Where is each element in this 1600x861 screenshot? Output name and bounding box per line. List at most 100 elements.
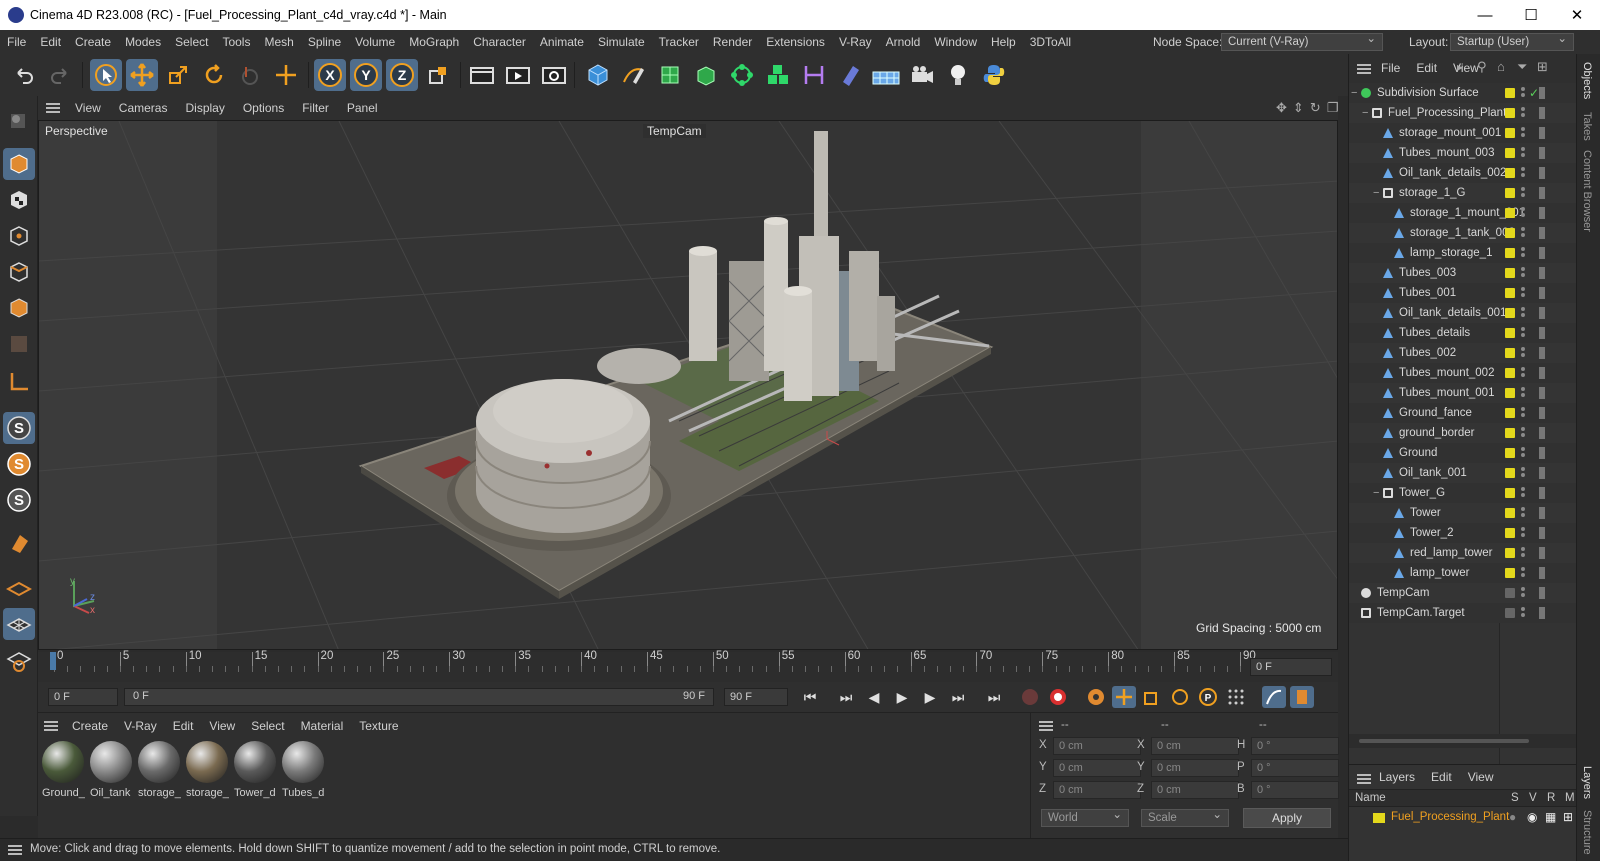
- step-back-icon[interactable]: ◀: [862, 686, 886, 708]
- object-name[interactable]: Tubes_mount_002: [1399, 363, 1494, 383]
- object-name[interactable]: storage_1_G: [1399, 183, 1466, 203]
- new-window-icon[interactable]: ⊞: [1537, 59, 1548, 75]
- layer-name[interactable]: Fuel_Processing_Plant: [1391, 811, 1509, 823]
- keyframe-selection-icon[interactable]: [1084, 686, 1108, 708]
- y-axis-lock-icon[interactable]: Y: [350, 59, 382, 91]
- menu-tools[interactable]: Tools: [215, 35, 257, 49]
- object-scrollbar[interactable]: [1349, 734, 1577, 748]
- menu-edit[interactable]: Edit: [33, 35, 68, 49]
- object-row[interactable]: − Fuel_Processing_Plant: [1349, 103, 1577, 123]
- visibility-dots-icon[interactable]: [1521, 207, 1526, 219]
- object-name[interactable]: Tower: [1410, 503, 1441, 523]
- z-axis-lock-icon[interactable]: Z: [386, 59, 418, 91]
- object-row[interactable]: red_lamp_tower: [1349, 543, 1577, 563]
- menu-character[interactable]: Character: [466, 35, 533, 49]
- material-preview-ball[interactable]: [42, 741, 84, 783]
- coord-size-mode-dropdown[interactable]: Scale: [1141, 807, 1229, 827]
- layer-color-tag[interactable]: [1505, 528, 1515, 538]
- object-row[interactable]: − storage_1_G: [1349, 183, 1577, 203]
- layer-color-tag[interactable]: [1505, 568, 1515, 578]
- deformer-bend-icon[interactable]: [798, 59, 830, 91]
- material-preview-ball[interactable]: [234, 741, 276, 783]
- visibility-dots-icon[interactable]: [1521, 307, 1526, 319]
- layer-color-tag[interactable]: [1505, 268, 1515, 278]
- layer-color-tag[interactable]: [1505, 468, 1515, 478]
- object-name[interactable]: Subdivision Surface: [1377, 83, 1479, 103]
- tab-objects[interactable]: Objects: [1581, 62, 1593, 99]
- move-icon[interactable]: [126, 59, 158, 91]
- tag-icon[interactable]: [1539, 467, 1545, 479]
- viewport-3d[interactable]: Perspective TempCam Grid Spacing : 5000 …: [38, 120, 1338, 650]
- viewport-menu-options[interactable]: Options: [234, 101, 293, 115]
- tag-icon[interactable]: [1539, 87, 1545, 99]
- layer-color-tag[interactable]: [1505, 248, 1515, 258]
- coord-value-field[interactable]: 0 °: [1251, 737, 1339, 755]
- render-settings-icon[interactable]: [538, 59, 570, 91]
- menu-tracker[interactable]: Tracker: [652, 35, 706, 49]
- filter-icon[interactable]: ⏷: [1517, 59, 1527, 75]
- tag-icon[interactable]: [1539, 487, 1545, 499]
- object-row[interactable]: Tower: [1349, 503, 1577, 523]
- object-name[interactable]: Tubes_001: [1399, 283, 1456, 303]
- live-selection-icon[interactable]: [234, 59, 266, 91]
- orbit-view-icon[interactable]: ↻: [1310, 100, 1321, 116]
- layer-color-tag[interactable]: [1505, 348, 1515, 358]
- visibility-dots-icon[interactable]: [1521, 87, 1526, 99]
- object-row[interactable]: Oil_tank_details_002: [1349, 163, 1577, 183]
- step-forward-icon[interactable]: ▶: [918, 686, 942, 708]
- object-row[interactable]: storage_mount_001: [1349, 123, 1577, 143]
- object-name[interactable]: Oil_tank_001: [1399, 463, 1467, 483]
- object-name[interactable]: Oil_tank_details_001: [1399, 303, 1506, 323]
- object-name[interactable]: Fuel_Processing_Plant: [1388, 103, 1506, 123]
- field-object-icon[interactable]: [834, 59, 866, 91]
- coord-mode-dropdown[interactable]: World: [1041, 807, 1129, 827]
- axis-mode-icon[interactable]: [3, 366, 35, 398]
- object-row[interactable]: Tower_2: [1349, 523, 1577, 543]
- visibility-dots-icon[interactable]: [1521, 427, 1526, 439]
- object-row[interactable]: Ground_fance: [1349, 403, 1577, 423]
- object-name[interactable]: Ground: [1399, 443, 1437, 463]
- play-icon[interactable]: ▶: [890, 686, 914, 708]
- interpolation-icon[interactable]: [1262, 686, 1286, 708]
- tag-icon[interactable]: [1539, 147, 1545, 159]
- material-preview-ball[interactable]: [186, 741, 228, 783]
- search-icon[interactable]: ⚲: [1477, 59, 1487, 75]
- maximize-button[interactable]: ☐: [1508, 0, 1554, 30]
- layer-color-tag[interactable]: [1505, 128, 1515, 138]
- visibility-dots-icon[interactable]: [1521, 387, 1526, 399]
- object-name[interactable]: Tower_G: [1399, 483, 1445, 503]
- tag-icon[interactable]: [1539, 567, 1545, 579]
- tag-icon[interactable]: [1539, 267, 1545, 279]
- autokey-record-icon[interactable]: [1046, 686, 1070, 708]
- object-row[interactable]: Oil_tank_details_001: [1349, 303, 1577, 323]
- object-row[interactable]: − Tower_G: [1349, 483, 1577, 503]
- object-name[interactable]: lamp_storage_1: [1410, 243, 1492, 263]
- object-row[interactable]: − Subdivision Surface ✓: [1349, 83, 1577, 103]
- layer-color-tag[interactable]: [1505, 408, 1515, 418]
- subdivision-surface-icon[interactable]: [654, 59, 686, 91]
- coord-value-field[interactable]: 0 cm: [1151, 759, 1239, 777]
- record-disabled-icon[interactable]: [1018, 686, 1042, 708]
- object-name[interactable]: Tubes_mount_003: [1399, 143, 1494, 163]
- layer-color-tag[interactable]: [1505, 288, 1515, 298]
- tag-icon[interactable]: [1539, 427, 1545, 439]
- tag-icon[interactable]: [1539, 607, 1545, 619]
- object-row[interactable]: Tubes_001: [1349, 283, 1577, 303]
- tab-takes[interactable]: Takes: [1581, 112, 1593, 141]
- object-row[interactable]: Tubes_details: [1349, 323, 1577, 343]
- mograph-fracture-icon[interactable]: [762, 59, 794, 91]
- layer-color-tag[interactable]: [1505, 228, 1515, 238]
- select-cursor-icon[interactable]: [90, 59, 122, 91]
- material-swatch[interactable]: Ground_: [42, 741, 86, 799]
- make-editable-icon[interactable]: [3, 104, 35, 136]
- object-row[interactable]: storage_1_tank_002: [1349, 223, 1577, 243]
- visibility-dots-icon[interactable]: [1521, 527, 1526, 539]
- menu-create[interactable]: Create: [68, 35, 118, 49]
- menu-mesh[interactable]: Mesh: [257, 35, 300, 49]
- floor-environment-icon[interactable]: [870, 59, 902, 91]
- object-name[interactable]: storage_1_tank_002: [1410, 223, 1515, 243]
- tag-icon[interactable]: [1539, 407, 1545, 419]
- tag-icon[interactable]: [1539, 367, 1545, 379]
- material-swatch[interactable]: storage_: [186, 741, 230, 799]
- object-name[interactable]: Oil_tank_details_002: [1399, 163, 1506, 183]
